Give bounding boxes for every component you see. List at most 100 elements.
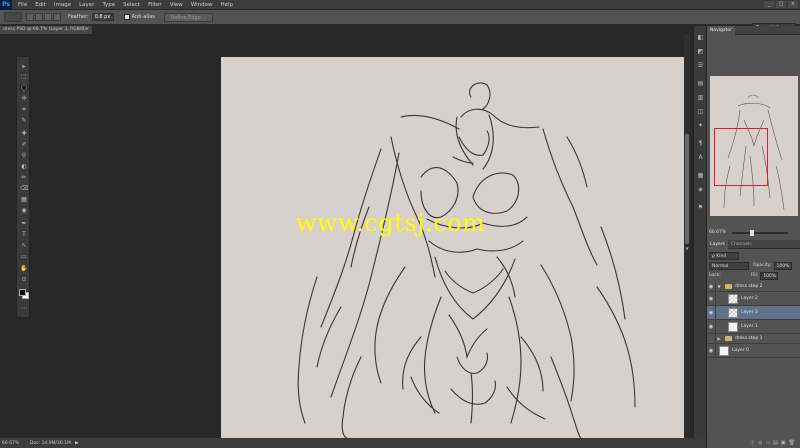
add-selection-icon[interactable] — [35, 13, 43, 21]
menu-layer[interactable]: Layer — [79, 2, 94, 8]
menu-filter[interactable]: Filter — [148, 2, 162, 8]
tab-layers[interactable]: Layers — [707, 239, 728, 249]
menu-edit[interactable]: Edit — [35, 2, 46, 8]
navigator-preview[interactable] — [710, 76, 798, 216]
hand-tool-icon[interactable]: ✋ — [20, 265, 28, 272]
menu-type[interactable]: Type — [102, 2, 115, 8]
navigator-view-box[interactable] — [714, 128, 768, 186]
visibility-eye-icon[interactable]: ◉ — [707, 291, 716, 306]
new-selection-icon[interactable] — [26, 13, 34, 21]
visibility-eye-icon[interactable]: ◉ — [707, 281, 716, 292]
status-zoom[interactable]: 66.67% — [2, 441, 24, 446]
zoom-tool-icon[interactable]: ⊙ — [20, 276, 28, 283]
menu-image[interactable]: Image — [54, 2, 71, 8]
trash-icon[interactable]: 🗑 — [789, 440, 795, 446]
swatches-panel-icon[interactable]: ▤ — [696, 80, 705, 88]
menu-file[interactable]: File — [18, 2, 27, 8]
path-selection-tool-icon[interactable]: ↖ — [20, 242, 28, 249]
opacity-input[interactable]: 100% — [773, 261, 792, 270]
minimize-button[interactable]: _ — [764, 1, 774, 8]
scroll-down-arrow-icon[interactable]: ▼ — [684, 246, 690, 252]
new-layer-icon[interactable]: ▣ — [781, 440, 786, 446]
info-panel-icon[interactable]: ☰ — [696, 62, 705, 70]
visibility-eye-icon[interactable] — [707, 333, 716, 344]
status-doc-size: Doc: 14.9M/30.1M — [30, 440, 71, 446]
layer-name: dress step 2 — [735, 284, 763, 289]
blend-mode-select[interactable]: Normal — [709, 261, 749, 270]
visibility-eye-icon[interactable]: ◉ — [707, 305, 716, 320]
layer-fx-icon[interactable]: ⓕ — [750, 440, 755, 447]
menu-select[interactable]: Select — [123, 2, 140, 8]
visibility-eye-icon[interactable]: ◉ — [707, 319, 716, 334]
status-menu-arrow-icon[interactable]: ▶ — [75, 441, 78, 446]
healing-brush-tool-icon[interactable]: ✚ — [20, 130, 28, 137]
feather-input[interactable]: 0.8 px — [91, 13, 114, 21]
menu-window[interactable]: Window — [191, 2, 213, 8]
layer-kind-select[interactable]: ρ Kind — [709, 251, 739, 260]
menu-help[interactable]: Help — [220, 2, 233, 8]
options-bar: Feather: 0.8 px Anti-alias Refine Edge..… — [0, 10, 800, 32]
zoom-slider-knob[interactable] — [750, 230, 755, 236]
dodge-tool-icon[interactable]: ◉ — [20, 207, 28, 214]
adjustments-panel-icon[interactable]: ◫ — [696, 108, 705, 116]
document-canvas[interactable]: www.cgtsj.com — [221, 57, 687, 438]
close-button[interactable]: × — [788, 1, 798, 8]
crop-tool-icon[interactable]: ⌗ — [20, 106, 28, 113]
lasso-tool-preset-icon[interactable] — [4, 12, 22, 22]
marquee-tool-icon[interactable]: ⬚ — [20, 73, 28, 80]
toolbox: ▸ ⬚ ◯ ✣ ⌗ ✎ ✚ ✐ ⚲ ◐ ✏ ⌫ ▦ ◉ ✒ T ↖ ▭ ✋ ⊙ … — [16, 56, 30, 318]
lasso-tool-icon[interactable]: ◯ — [20, 84, 28, 91]
notes-panel-icon[interactable]: ⚑ — [696, 204, 705, 212]
fill-input[interactable]: 100% — [760, 271, 779, 280]
intersect-selection-icon[interactable] — [53, 13, 61, 21]
character-panel-icon[interactable]: A — [696, 154, 705, 162]
clone-stamp-tool-icon[interactable]: ⚲ — [20, 152, 28, 159]
pen-tool-icon[interactable]: ✒ — [20, 220, 28, 227]
move-tool-icon[interactable]: ▸ — [20, 63, 28, 70]
adjustment-layer-icon[interactable]: ▭ — [765, 440, 770, 446]
antialias-checkbox[interactable] — [123, 14, 130, 20]
close-icon[interactable]: × — [85, 26, 89, 34]
history-brush-tool-icon[interactable]: ◐ — [20, 163, 28, 170]
brush-presets-panel-icon[interactable]: ✦ — [696, 122, 705, 130]
menu-view[interactable]: View — [170, 2, 183, 8]
styles-panel-icon[interactable]: ◈ — [696, 186, 705, 194]
scrollbar-thumb[interactable] — [685, 134, 689, 244]
type-tool-icon[interactable]: T — [20, 231, 28, 238]
history-panel-icon[interactable]: ◧ — [696, 34, 705, 42]
subtract-selection-icon[interactable] — [44, 13, 52, 21]
gradient-tool-icon[interactable]: ▦ — [20, 196, 28, 203]
group-expanded-arrow-icon[interactable]: ▼ — [716, 284, 722, 289]
navigator-zoom-value[interactable]: 66.67% — [709, 228, 726, 238]
smudge-tool-icon[interactable]: ⌫ — [20, 185, 28, 192]
tab-navigator[interactable]: Navigator — [707, 25, 736, 35]
group-collapsed-arrow-icon[interactable]: ▶ — [716, 336, 722, 341]
layer-row-layer-3[interactable]: ◉ Layer 3 — [707, 305, 800, 320]
canvas-area[interactable]: www.cgtsj.com — [30, 34, 687, 438]
layer-group-dress-step-1[interactable]: ▶ dress step 1 — [707, 333, 800, 344]
layer-row-layer-2[interactable]: ◉ Layer 2 — [707, 291, 800, 306]
new-group-icon[interactable]: ▤ — [773, 440, 778, 446]
maximize-button[interactable]: □ — [776, 1, 786, 8]
properties-panel-icon[interactable]: ▦ — [696, 172, 705, 180]
canvas-vertical-scrollbar[interactable]: ▲ ▼ — [684, 34, 690, 438]
rectangle-tool-icon[interactable]: ▭ — [20, 253, 28, 260]
eyedropper-tool-icon[interactable]: ✎ — [20, 117, 28, 124]
layer-row-layer-0[interactable]: ◉ Layer 0 — [707, 343, 800, 358]
refine-edge-button[interactable]: Refine Edge... — [163, 12, 213, 22]
actions-panel-icon[interactable]: ◩ — [696, 48, 705, 56]
tab-channels[interactable]: Channels — [728, 240, 755, 249]
paragraph-panel-icon[interactable]: ¶ — [696, 140, 705, 148]
quick-mask-icon[interactable]: ⋯ — [20, 305, 28, 312]
navigator-zoom-slider[interactable] — [732, 230, 789, 236]
layer-row-layer-1[interactable]: ◉ Layer 1 — [707, 319, 800, 334]
document-tab[interactable]: dress.PSD @ 66.7% (Layer 3, RGB/8) × — [0, 26, 92, 34]
color-panel-icon[interactable]: ▥ — [696, 94, 705, 102]
layer-mask-icon[interactable]: ◎ — [758, 440, 762, 446]
visibility-eye-icon[interactable]: ◉ — [707, 343, 716, 358]
brush-tool-icon[interactable]: ✐ — [20, 141, 28, 148]
foreground-color-swatch[interactable] — [19, 289, 26, 296]
eraser-tool-icon[interactable]: ✏ — [20, 174, 28, 181]
quick-selection-tool-icon[interactable]: ✣ — [20, 95, 28, 102]
layer-group-dress-step-2[interactable]: ◉ ▼ dress step 2 — [707, 281, 800, 292]
